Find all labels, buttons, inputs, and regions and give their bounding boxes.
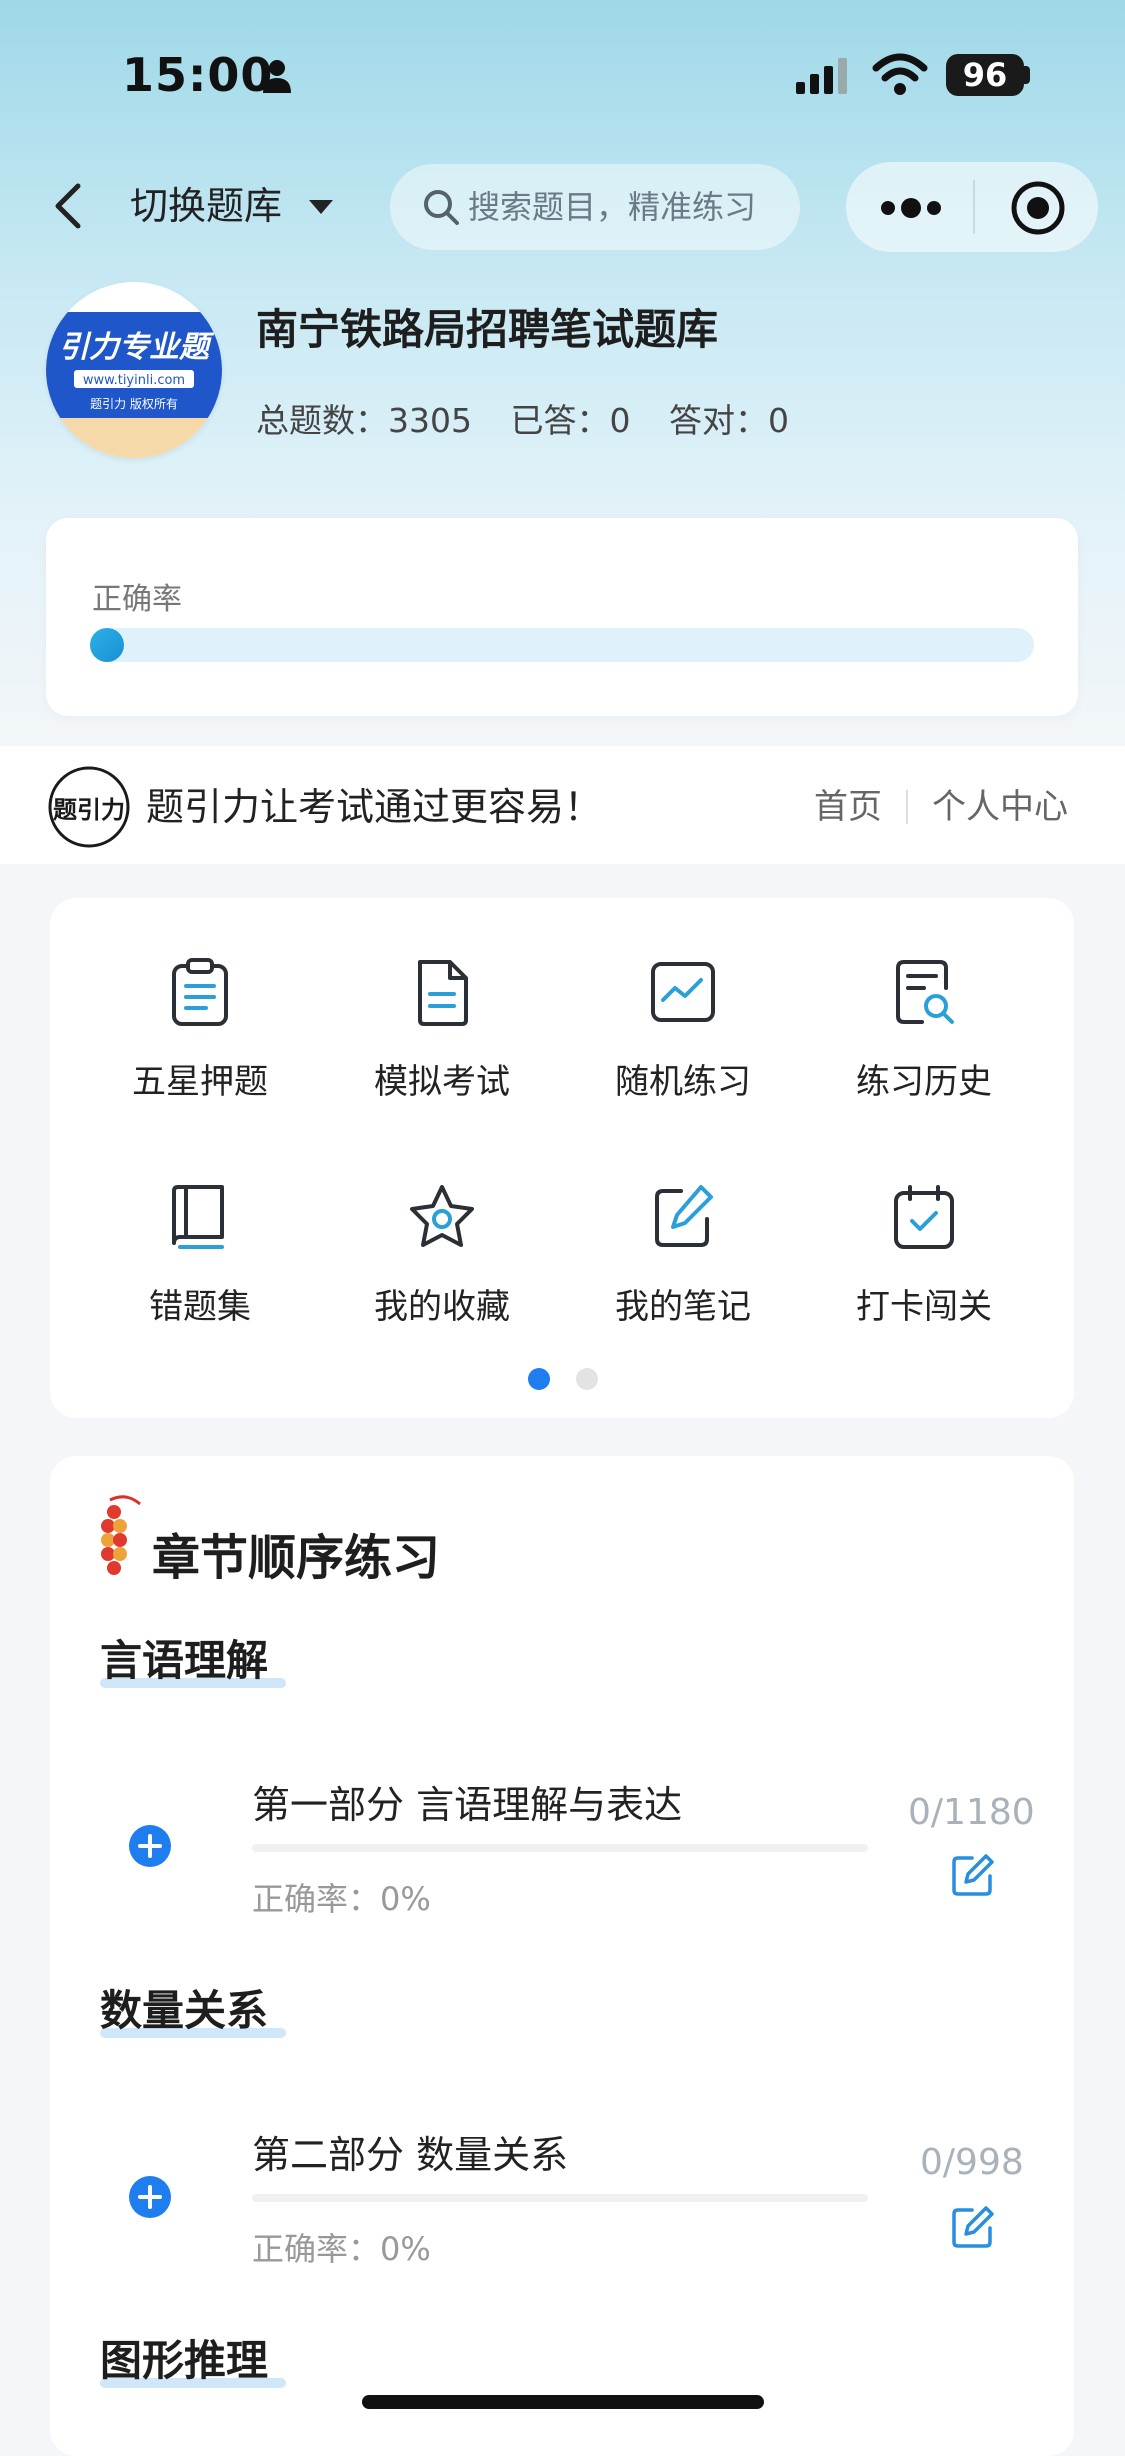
search-placeholder: 搜索题目，精准练习	[468, 188, 757, 226]
accuracy-progress-knob	[90, 628, 124, 662]
search-icon	[424, 190, 459, 225]
star-icon	[410, 1185, 474, 1247]
chapter-name[interactable]: 第二部分 数量关系	[252, 2124, 568, 2179]
grid-item-label: 练习历史	[856, 1062, 992, 1102]
chapter-count: 0/1180	[908, 1792, 1035, 1833]
expand-plus-icon[interactable]	[128, 2175, 172, 2219]
chapter-accuracy: 正确率：0%	[252, 2230, 431, 2268]
capsule-divider	[973, 180, 975, 234]
chapter-practice-card	[50, 1456, 1074, 2456]
clipboard-icon	[172, 958, 228, 1026]
chapter-name[interactable]: 第一部分 言语理解与表达	[252, 1774, 682, 1829]
wifi-icon	[872, 53, 928, 95]
document-icon	[418, 960, 468, 1026]
logo-title: 引力专业题	[59, 330, 215, 365]
home-indicator[interactable]	[362, 2395, 764, 2409]
grid-item-five-star[interactable]: 五星押题	[80, 956, 320, 1156]
logo-url: www.tiyinli.com	[83, 373, 185, 388]
person-icon	[263, 60, 291, 93]
history-search-icon	[896, 960, 954, 1024]
grid-item-label: 打卡闯关	[856, 1287, 992, 1327]
note-edit-icon	[655, 1185, 713, 1247]
grid-item-label: 随机练习	[615, 1062, 751, 1102]
grid-item-label: 错题集	[149, 1287, 251, 1327]
grid-item-wrong-set[interactable]: 错题集	[80, 1181, 320, 1381]
bank-title: 南宁铁路局招聘笔试题库	[256, 305, 719, 354]
grid-item-label: 模拟考试	[374, 1062, 510, 1102]
more-icon[interactable]	[880, 196, 942, 220]
user-center-link[interactable]: 个人中心	[932, 784, 1068, 830]
accuracy-label: 正确率	[92, 582, 182, 617]
grid-item-history[interactable]: 练习历史	[804, 956, 1044, 1156]
edit-icon[interactable]	[950, 2204, 996, 2250]
chapter-practice-title: 章节顺序练习	[152, 1530, 441, 1586]
close-miniprogram-icon[interactable]	[1010, 180, 1066, 236]
promo-slogan: 题引力让考试通过更容易！	[146, 785, 603, 829]
total-count: 总题数：3305	[256, 401, 472, 440]
grid-item-label: 我的笔记	[615, 1287, 751, 1327]
grid-item-checkin[interactable]: 打卡闯关	[804, 1181, 1044, 1381]
grid-item-label: 五星押题	[132, 1062, 268, 1102]
grid-item-label: 我的收藏	[374, 1287, 510, 1327]
calendar-check-icon	[894, 1185, 954, 1249]
edit-icon[interactable]	[950, 1852, 996, 1898]
section-title: 图形推理	[100, 2336, 269, 2385]
book-icon	[172, 1185, 224, 1249]
brand-logo-text: 题引力	[53, 796, 125, 824]
cellular-signal-icon	[796, 58, 847, 94]
chapter-count: 0/998	[920, 2142, 1024, 2183]
chapter-progress-track	[252, 2194, 868, 2202]
firecracker-icon	[101, 1495, 141, 1575]
battery-tip	[1024, 66, 1030, 84]
status-time: 15:00	[122, 48, 274, 102]
section-title: 数量关系	[100, 1986, 269, 2035]
home-link[interactable]: 首页	[814, 784, 882, 830]
answered-count: 已答：0	[510, 401, 631, 440]
bank-logo: 引力专业题 www.tiyinli.com 题引力 版权所有	[46, 282, 222, 458]
brand-logo-icon: 题引力	[48, 766, 130, 848]
grid-item-notes[interactable]: 我的笔记	[563, 1181, 803, 1381]
bank-stats: 总题数：3305 已答：0 答对：0	[256, 394, 817, 442]
chart-icon	[651, 962, 715, 1022]
grid-item-favorites[interactable]: 我的收藏	[322, 1181, 562, 1381]
caret-down-icon[interactable]	[308, 198, 334, 216]
grid-item-mock-exam[interactable]: 模拟考试	[322, 956, 562, 1156]
page-indicator-dot-active[interactable]	[528, 1368, 550, 1390]
page-indicator-dot[interactable]	[576, 1368, 598, 1390]
logo-footer: 题引力 版权所有	[90, 397, 178, 411]
switch-bank-button[interactable]: 切换题库	[130, 180, 282, 232]
correct-count: 答对：0	[668, 401, 789, 440]
chapter-accuracy: 正确率：0%	[252, 1880, 431, 1918]
chapter-progress-track	[252, 1844, 868, 1852]
section-title: 言语理解	[100, 1636, 269, 1685]
expand-plus-icon[interactable]	[128, 1824, 172, 1868]
battery-indicator: 96	[946, 54, 1024, 96]
accuracy-progress-track	[90, 628, 1034, 662]
promo-divider	[906, 790, 908, 824]
accuracy-card	[46, 518, 1078, 716]
grid-item-random-practice[interactable]: 随机练习	[563, 956, 803, 1156]
back-arrow-icon[interactable]	[50, 180, 86, 232]
